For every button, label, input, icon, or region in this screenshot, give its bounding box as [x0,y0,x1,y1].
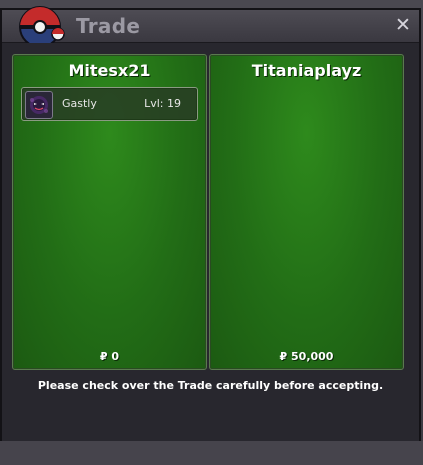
partner-player-name: Titaniaplayz [251,61,362,80]
pokemon-level: Lvl: 19 [144,97,181,110]
offered-pokemon-slot[interactable]: Gastly Lvl: 19 [21,87,198,121]
my-money-offer: ₽ 0 [99,350,120,363]
partner-money-offer: ₽ 50,000 [279,350,334,363]
partner-offer-panel: Titaniaplayz ₽ 50,000 [209,54,404,370]
my-offer-panel: Mitesx21 Gastly Lvl: 19 ₽ 0 [12,54,207,370]
trade-notice: Please check over the Trade carefully be… [37,379,384,392]
trade-body: Mitesx21 Gastly Lvl: 19 ₽ 0 Titaniaplayz… [2,43,419,441]
background-strip [0,441,423,465]
trade-window: Trade ✕ Mitesx21 Gastly Lvl: 19 ₽ 0 Tita… [0,6,421,445]
pokemon-name: Gastly [62,97,97,110]
my-player-name: Mitesx21 [68,61,151,80]
game-screen: Trade ✕ Mitesx21 Gastly Lvl: 19 ₽ 0 Tita… [0,0,423,465]
gastly-icon [25,91,53,119]
close-icon[interactable]: ✕ [393,15,413,35]
window-title: Trade [76,14,141,38]
